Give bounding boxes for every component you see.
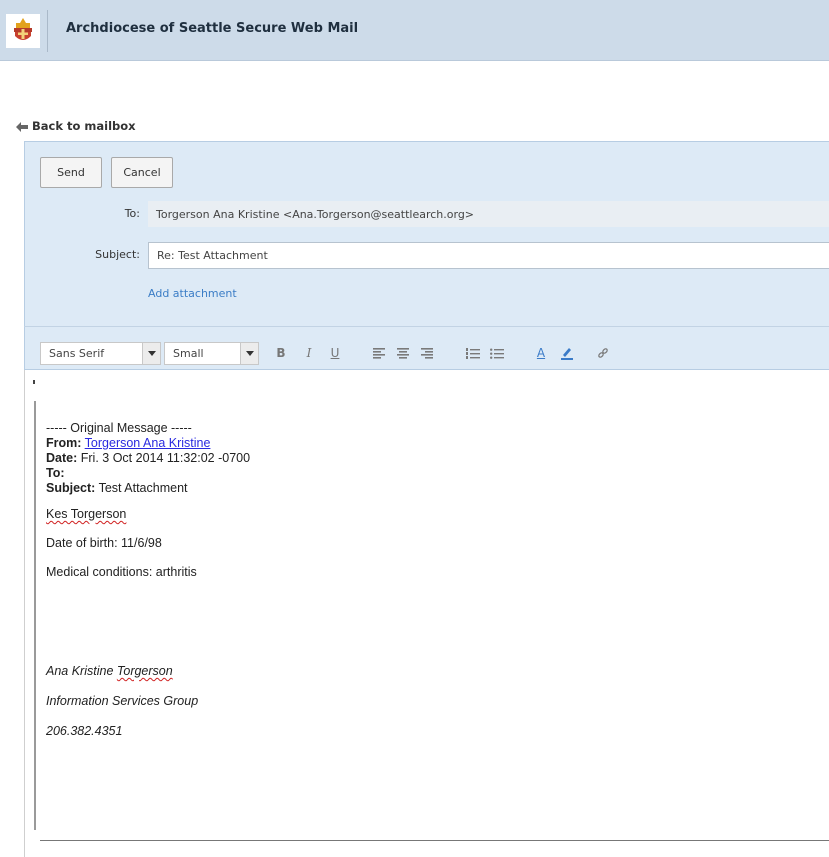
- subject-label: Subject:: [95, 248, 140, 261]
- header-divider: [47, 10, 48, 52]
- quote-bar: [34, 401, 36, 830]
- link-icon[interactable]: [596, 343, 610, 363]
- send-button[interactable]: Send: [40, 157, 102, 188]
- dob-line: Date of birth: 11/6/98: [46, 536, 162, 550]
- footer-divider: [40, 840, 829, 841]
- font-size-value: Small: [173, 347, 204, 360]
- chevron-down-icon: [240, 343, 258, 364]
- text-cursor: [33, 380, 35, 384]
- date-label: Date:: [46, 451, 78, 465]
- underline-icon[interactable]: U: [328, 343, 342, 363]
- numbered-list-icon[interactable]: [466, 343, 480, 363]
- editor-left-border: [24, 370, 25, 857]
- signature-first: Ana Kristine: [46, 664, 117, 678]
- font-family-select[interactable]: Sans Serif: [40, 342, 161, 365]
- archdiocese-logo: [6, 14, 40, 48]
- to-label-quoted: To:: [46, 466, 65, 480]
- app-title: Archdiocese of Seattle Secure Web Mail: [66, 21, 359, 36]
- medical-line: Medical conditions: arthritis: [46, 565, 197, 579]
- signature-name: Ana Kristine Torgerson: [46, 664, 173, 678]
- cancel-button[interactable]: Cancel: [111, 157, 173, 188]
- name-line: Kes Torgerson: [46, 507, 127, 521]
- align-left-icon[interactable]: [372, 343, 386, 363]
- align-center-icon[interactable]: [396, 343, 410, 363]
- back-link-label: Back to mailbox: [32, 119, 136, 133]
- to-line: To:: [46, 466, 65, 480]
- subject-value-quoted: Test Attachment: [98, 481, 188, 495]
- subject-label-quoted: Subject:: [46, 481, 96, 495]
- subject-line: Subject: Test Attachment: [46, 481, 188, 495]
- chevron-down-icon: [142, 343, 160, 364]
- align-right-icon[interactable]: [420, 343, 434, 363]
- from-link[interactable]: Torgerson Ana Kristine: [85, 436, 211, 450]
- font-family-value: Sans Serif: [49, 347, 105, 360]
- text-color-icon[interactable]: A: [534, 343, 548, 363]
- signature-group: Information Services Group: [46, 694, 199, 708]
- date-line: Date: Fri. 3 Oct 2014 11:32:02 -0700: [46, 451, 250, 465]
- date-value: Fri. 3 Oct 2014 11:32:02 -0700: [80, 451, 251, 465]
- to-field[interactable]: Torgerson Ana Kristine <Ana.Torgerson@se…: [148, 201, 829, 227]
- italic-icon[interactable]: I: [302, 343, 316, 363]
- bulleted-list-icon[interactable]: [490, 343, 504, 363]
- signature-phone: 206.382.4351: [46, 724, 123, 738]
- subject-input[interactable]: Re: Test Attachment: [148, 242, 829, 269]
- original-message-header: ----- Original Message -----: [46, 421, 192, 435]
- crest-icon: [14, 18, 32, 40]
- from-line: From: Torgerson Ana Kristine: [46, 436, 210, 450]
- back-arrow-icon: [16, 122, 28, 132]
- to-label: To:: [124, 207, 140, 220]
- app-header: Archdiocese of Seattle Secure Web Mail: [0, 0, 829, 61]
- back-to-mailbox-link[interactable]: Back to mailbox: [16, 119, 136, 133]
- font-size-select[interactable]: Small: [164, 342, 259, 365]
- toolbar-divider: [24, 326, 829, 327]
- highlight-icon[interactable]: [560, 343, 574, 363]
- bold-icon[interactable]: B: [274, 343, 288, 363]
- from-label: From:: [46, 436, 82, 450]
- signature-last: Torgerson: [116, 664, 173, 678]
- add-attachment-link[interactable]: Add attachment: [148, 287, 237, 300]
